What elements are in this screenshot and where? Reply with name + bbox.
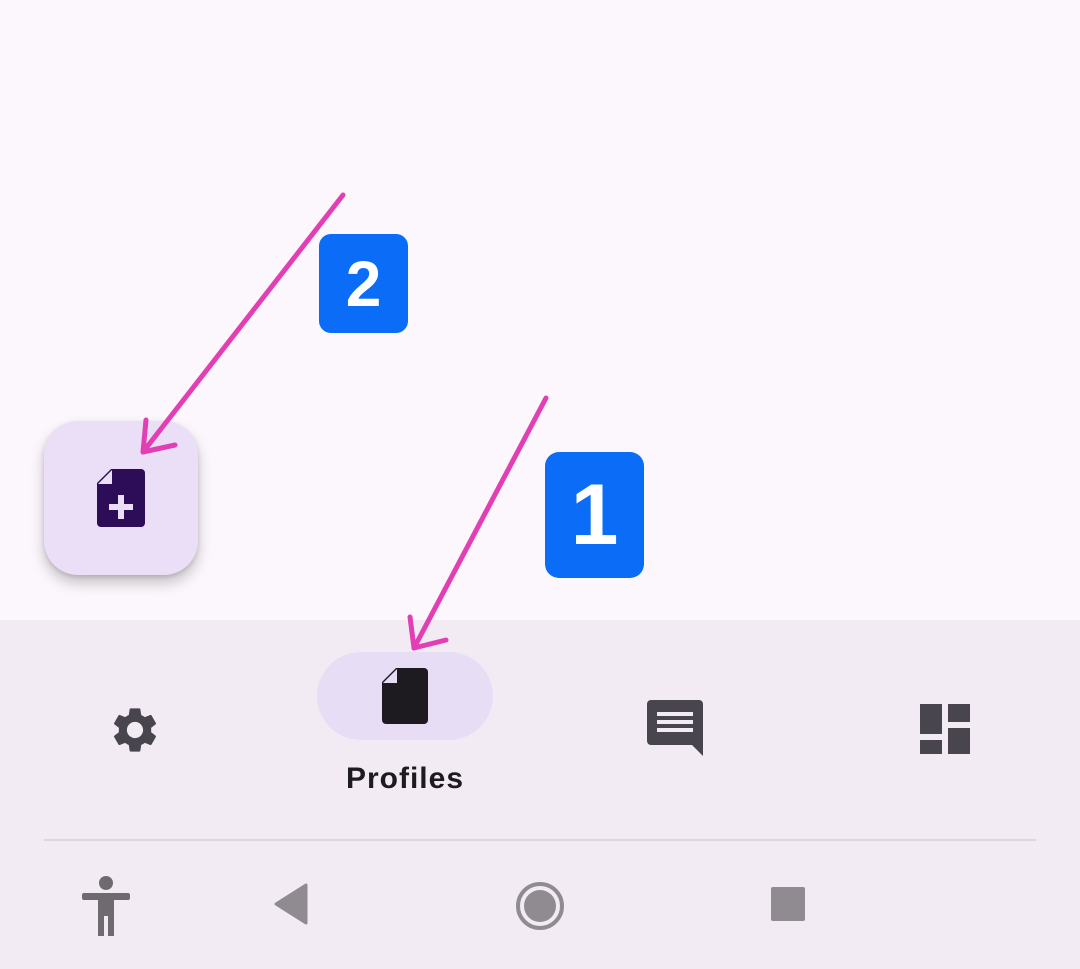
back-button[interactable] [262,876,318,932]
dashboard-icon [920,704,970,754]
home-button[interactable] [510,876,570,936]
nav-item-messages[interactable] [585,650,765,810]
back-triangle-icon [274,883,308,925]
accessibility-button[interactable] [76,874,136,938]
add-profile-fab[interactable] [44,421,198,575]
document-icon [382,668,428,724]
accessibility-icon [82,876,130,936]
nav-divider [44,839,1036,841]
recents-button[interactable] [764,880,812,928]
chat-icon [647,700,703,756]
gear-icon [113,708,157,752]
note-add-icon [97,469,145,527]
nav-label-profiles: Profiles [345,762,465,795]
nav-item-settings[interactable] [45,650,225,810]
nav-item-dashboard[interactable] [855,650,1035,810]
annotation-badge-2: 2 [319,234,408,333]
annotation-badge-1: 1 [545,452,644,578]
recents-square-icon [771,887,805,921]
home-circle-icon [516,882,564,930]
